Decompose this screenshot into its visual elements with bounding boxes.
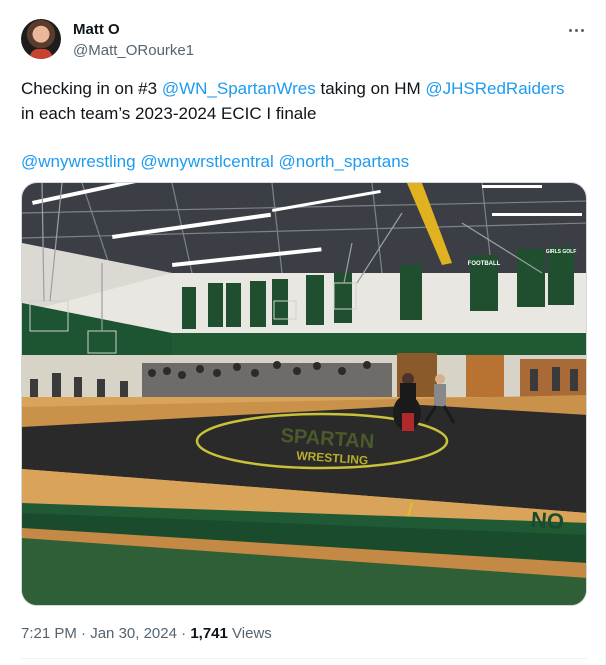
mention-link[interactable]: @north_spartans bbox=[279, 152, 410, 171]
tweet-photo[interactable]: FOOTBALL GIRLS GOLF SPARTAN WRESTLING NO bbox=[21, 182, 587, 606]
floor-logo-text: NO bbox=[530, 507, 565, 534]
gym-photo-illustration: FOOTBALL GIRLS GOLF SPARTAN WRESTLING NO bbox=[22, 183, 586, 605]
avatar[interactable] bbox=[21, 19, 61, 59]
tweet-tags: @wnywrestling @wnywrstlcentral @north_sp… bbox=[21, 149, 581, 174]
mention-link[interactable]: @wnywrestling bbox=[21, 152, 136, 171]
author-handle[interactable]: @Matt_ORourke1 bbox=[73, 42, 194, 59]
mention-link[interactable]: @WN_SpartanWres bbox=[162, 79, 316, 98]
divider bbox=[21, 658, 587, 659]
tweet-meta: 7:21 PM · Jan 30, 2024 · 1,741 Views bbox=[21, 625, 272, 642]
meta-separator: · bbox=[81, 625, 87, 642]
tweet-date[interactable]: Jan 30, 2024 bbox=[90, 625, 177, 642]
mention-link[interactable]: @wnywrstlcentral bbox=[140, 152, 273, 171]
tweet-text: Checking in on #3 @WN_SpartanWres taking… bbox=[21, 76, 581, 126]
tweet-time[interactable]: 7:21 PM bbox=[21, 625, 77, 642]
mention-link[interactable]: @JHSRedRaiders bbox=[425, 79, 564, 98]
views-count[interactable]: 1,741 bbox=[190, 625, 228, 642]
banner-label: FOOTBALL bbox=[468, 261, 501, 267]
meta-separator: · bbox=[181, 625, 187, 642]
tweet-text-part: taking on HM bbox=[315, 79, 426, 98]
tweet-text-part: Checking in on #3 bbox=[21, 79, 162, 98]
views-label: Views bbox=[232, 625, 272, 642]
tweet-text-part: in each team’s 2023-2024 ECIC I finale bbox=[21, 104, 317, 123]
more-horizontal-icon[interactable] bbox=[564, 20, 588, 40]
banner-label: GIRLS GOLF bbox=[546, 249, 577, 255]
author-display-name[interactable]: Matt O bbox=[73, 21, 120, 38]
tweet-card: Matt O @Matt_ORourke1 Checking in on #3 … bbox=[0, 0, 606, 665]
